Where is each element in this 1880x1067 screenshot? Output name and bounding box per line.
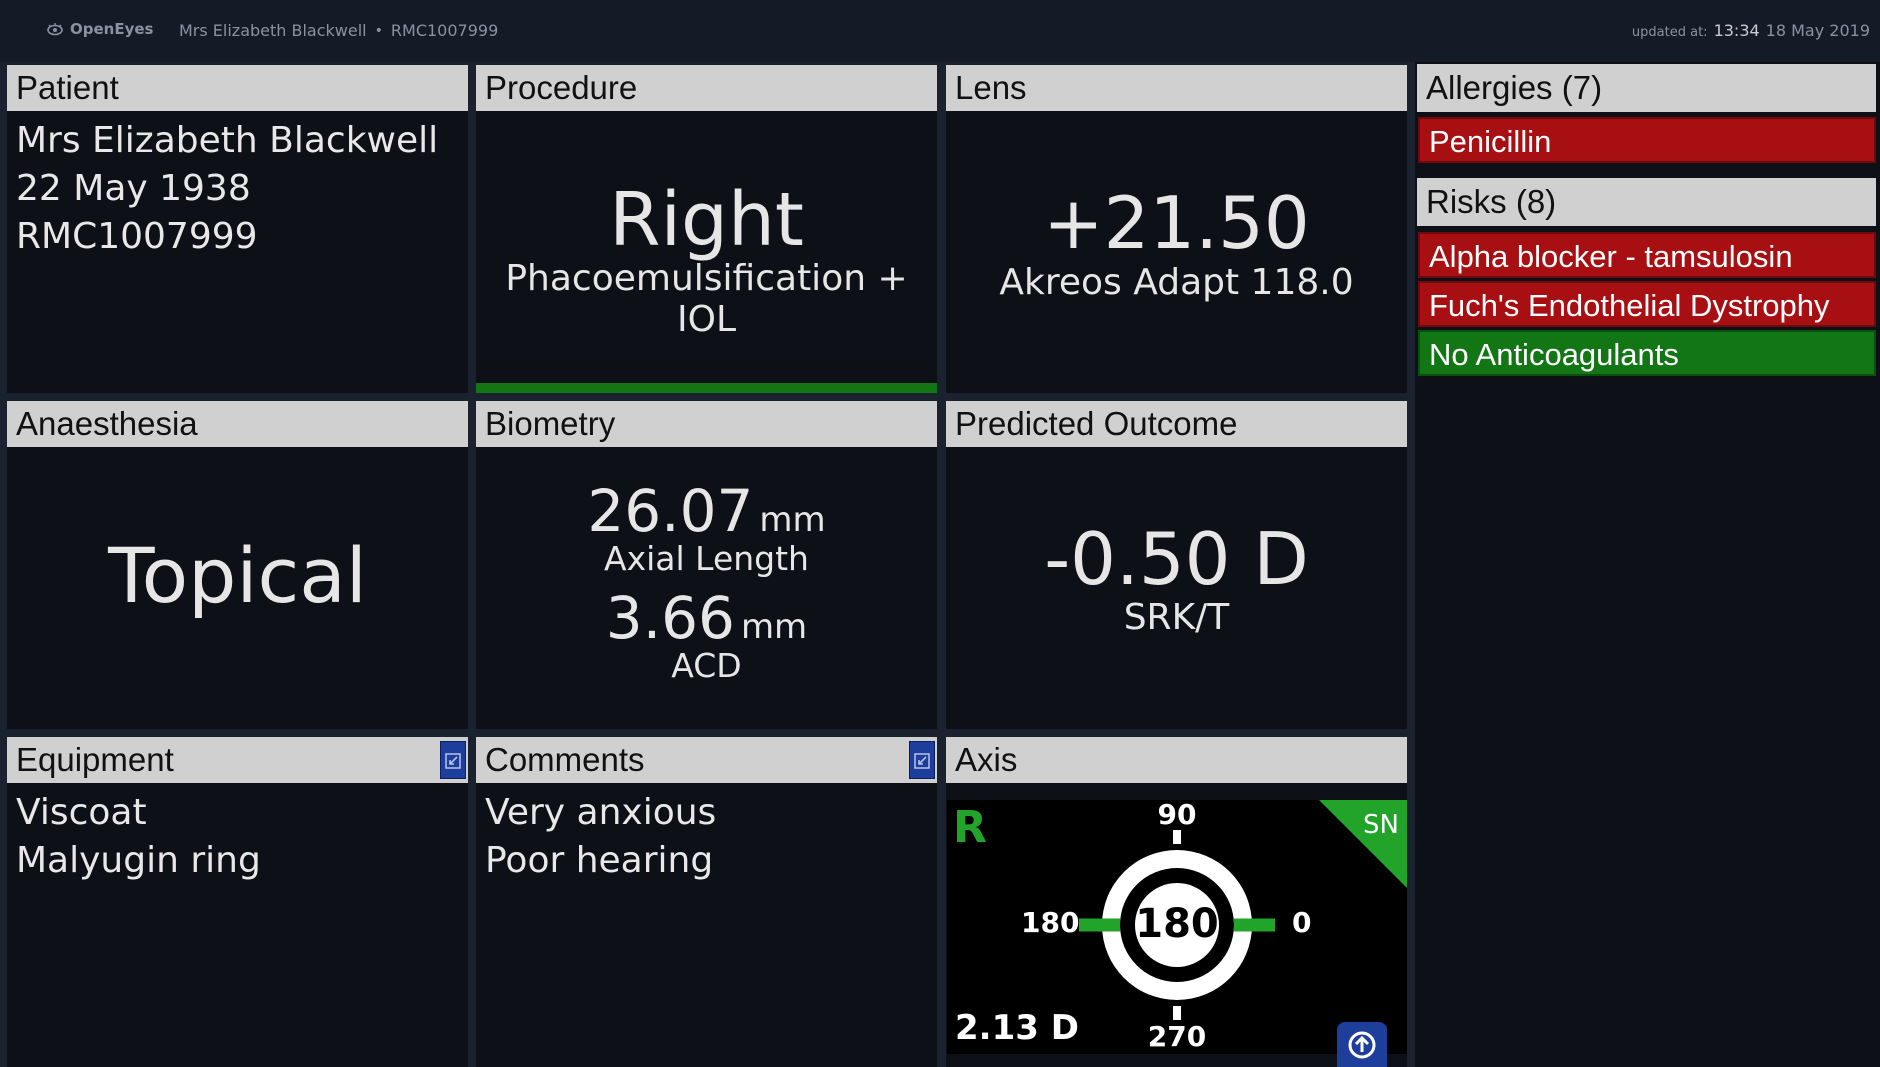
panel-title: Axis <box>946 737 1407 783</box>
comments-panel: Comments Very anxious Poor hearing <box>476 737 937 1067</box>
eye-side-bar <box>476 383 937 393</box>
axis-label-top: 90 <box>1157 800 1197 831</box>
eye-label: R <box>953 802 987 853</box>
equipment-item: Viscoat <box>16 792 147 833</box>
separator-dot: • <box>374 22 383 39</box>
updated-label: updated at: <box>1631 25 1708 40</box>
risk-item: No Anticoagulants <box>1418 330 1876 376</box>
lens-model: Akreos Adapt 118.0 <box>999 262 1354 303</box>
header-patient-id: RMC1007999 <box>390 21 499 40</box>
acd: 3.66 mm <box>476 584 937 652</box>
acd-unit: mm <box>740 607 808 647</box>
scroll-up-button[interactable] <box>1337 1022 1387 1067</box>
axial-length: 26.07 mm <box>476 477 937 545</box>
procedure-side: Right <box>609 177 804 263</box>
risk-item: Fuch's Endothelial Dystrophy <box>1418 281 1876 327</box>
openeyes-logo[interactable]: OpenEyes <box>46 20 153 38</box>
edit-equipment-button[interactable] <box>440 741 466 779</box>
procedure-panel: Procedure Right Phacoemulsification + IO… <box>476 65 937 393</box>
procedure-name: Phacoemulsification + IOL <box>505 258 908 340</box>
patient-id: RMC1007999 <box>16 216 258 257</box>
predicted-outcome-panel: Predicted Outcome -0.50 D SRK/T <box>946 401 1407 729</box>
panel-title: Equipment <box>7 737 468 783</box>
panel-title: Patient <box>7 65 468 111</box>
lens-panel: Lens +21.50 Akreos Adapt 118.0 <box>946 65 1407 393</box>
patient-bar: Mrs Elizabeth Blackwell • RMC1007999 <box>179 21 498 40</box>
updated-date: 18 May 2019 <box>1765 21 1870 40</box>
axis-label-bottom: 270 <box>1147 1020 1207 1053</box>
eye-icon <box>47 23 63 36</box>
panel-title: Anaesthesia <box>7 401 468 447</box>
cylinder-power: 2.13 D <box>955 1008 1079 1048</box>
equipment-panel: Equipment Viscoat Malyugin ring <box>7 737 468 1067</box>
anaesthesia-type: Topical <box>108 531 367 620</box>
logo-text: OpenEyes <box>70 20 154 38</box>
axial-length-label: Axial Length <box>604 539 809 578</box>
equipment-list: Viscoat Malyugin ring <box>16 789 261 885</box>
sn-label: SN <box>1363 810 1399 840</box>
header-patient-name: Mrs Elizabeth Blackwell <box>179 21 367 40</box>
lens-power: +21.50 <box>1043 181 1310 265</box>
comment-item: Poor hearing <box>485 840 714 881</box>
tick-bottom <box>1173 1006 1181 1020</box>
axial-length-value: 26.07 <box>587 477 754 545</box>
patient-dob: 22 May 1938 <box>16 168 251 209</box>
anaesthesia-panel: Anaesthesia Topical <box>7 401 468 729</box>
risks-header[interactable]: Risks (8) <box>1417 178 1876 226</box>
axis-label-left: 180 <box>1021 906 1080 939</box>
edit-comments-button[interactable] <box>909 741 935 779</box>
allergies-header[interactable]: Allergies (7) <box>1417 64 1876 112</box>
axial-length-unit: mm <box>759 500 826 540</box>
patient-details: Mrs Elizabeth Blackwell 22 May 1938 RMC1… <box>16 117 438 261</box>
panel-title: Predicted Outcome <box>946 401 1407 447</box>
panel-title: Comments <box>476 737 937 783</box>
panel-title: Procedure <box>476 65 937 111</box>
acd-value: 3.66 <box>605 584 735 652</box>
equipment-item: Malyugin ring <box>16 840 261 881</box>
edit-icon <box>445 753 461 769</box>
updated-status: updated at: 13:34 18 May 2019 <box>1632 21 1870 40</box>
axis-label-right: 0 <box>1292 906 1312 939</box>
tick-top <box>1173 830 1181 844</box>
comment-item: Very anxious <box>485 792 717 833</box>
risk-item: Alpha blocker - tamsulosin <box>1418 232 1876 278</box>
biometry-panel: Biometry 26.07 mm Axial Length 3.66 mm ACD <box>476 401 937 729</box>
outcome-formula: SRK/T <box>1123 597 1230 638</box>
patient-panel: Patient Mrs Elizabeth Blackwell 22 May 1… <box>7 65 468 393</box>
allergy-item: Penicillin <box>1418 117 1876 163</box>
arrow-up-circle-icon <box>1348 1031 1376 1059</box>
axis-diagram: R SN 90 270 180 0 180 2.13 D <box>947 800 1407 1054</box>
axis-center-value: 180 <box>1135 901 1219 947</box>
edit-icon <box>914 753 930 769</box>
patient-name: Mrs Elizabeth Blackwell <box>16 120 439 161</box>
acd-label: ACD <box>671 646 742 685</box>
updated-time: 13:34 <box>1713 21 1760 40</box>
top-bar: OpenEyes Mrs Elizabeth Blackwell • RMC10… <box>0 0 1880 62</box>
panel-title: Lens <box>946 65 1407 111</box>
panel-title: Biometry <box>476 401 937 447</box>
comments-list: Very anxious Poor hearing <box>485 789 716 885</box>
outcome-value: -0.50 D <box>1044 517 1309 601</box>
